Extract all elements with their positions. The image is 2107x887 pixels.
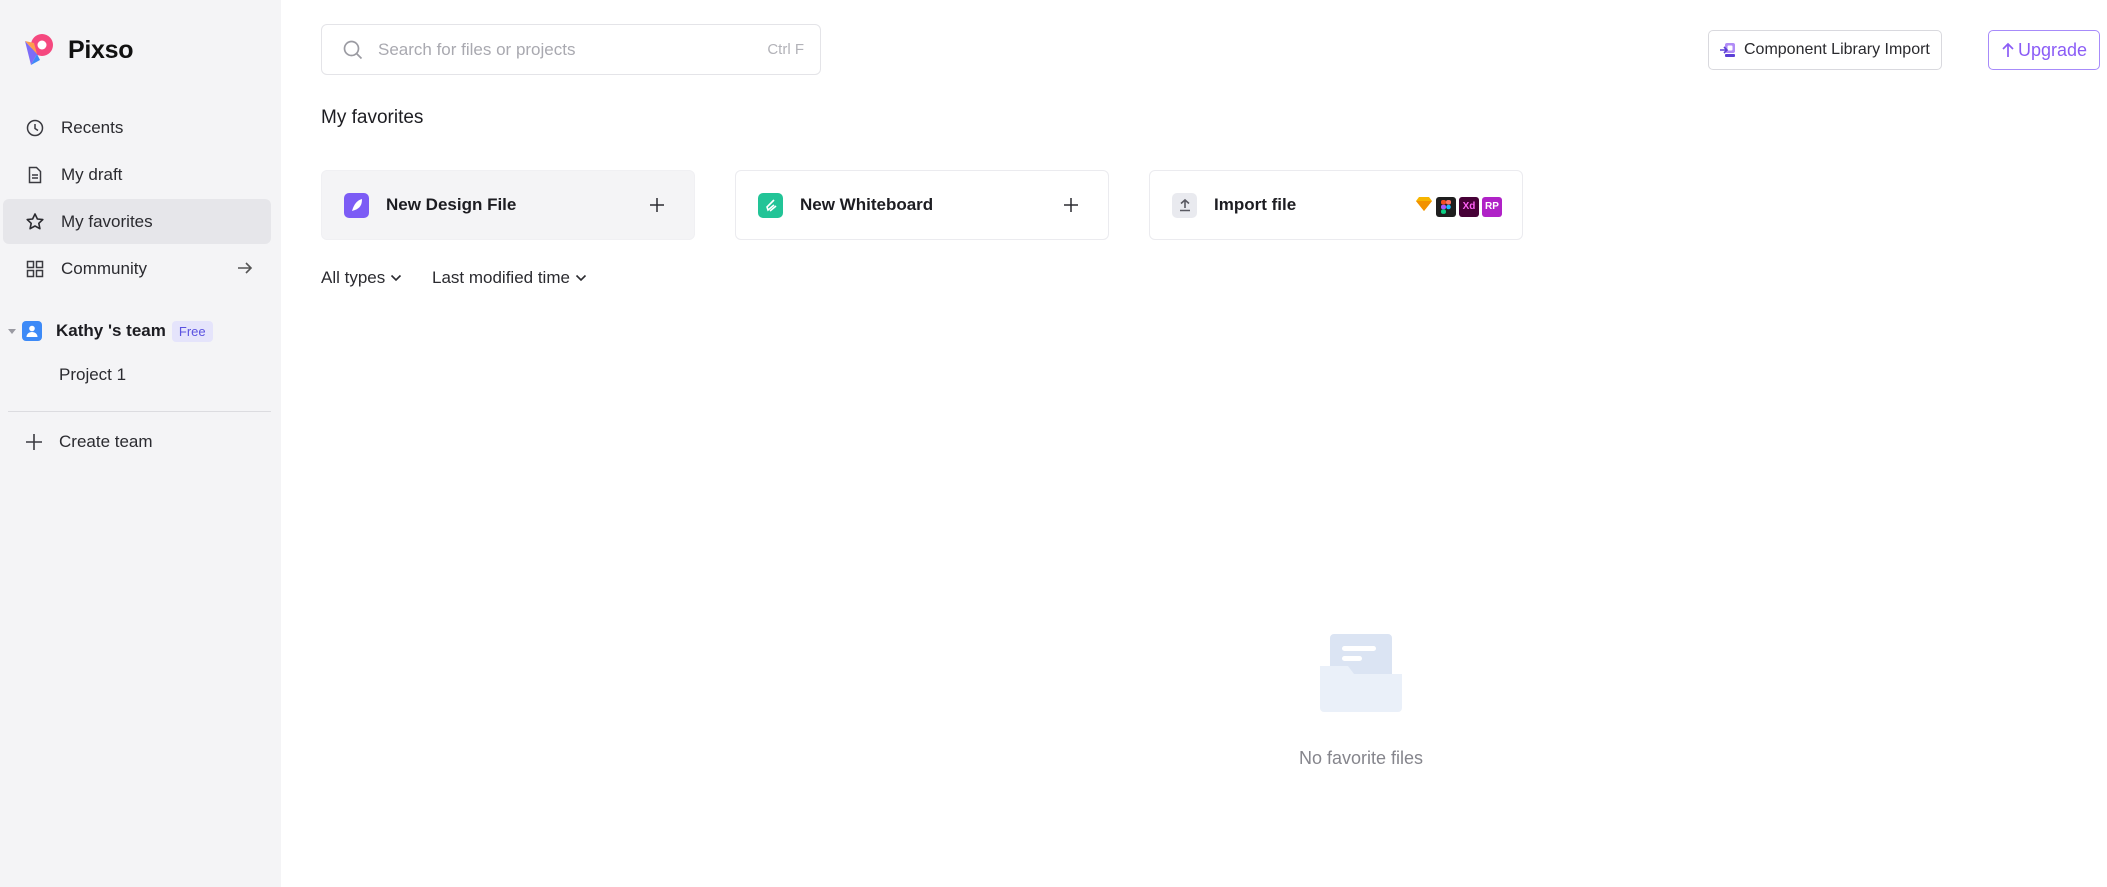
sidebar-item-label: My draft [61, 164, 123, 184]
arrow-up-icon [2002, 42, 2014, 57]
design-file-icon [344, 192, 369, 218]
team-header[interactable]: Kathy 's team Free [8, 318, 213, 344]
create-team-button[interactable]: Create team [24, 432, 153, 452]
app-window: Pixso Recents My draft My favorites Comm… [0, 0, 2107, 887]
empty-folder-icon [1320, 634, 1402, 712]
search-shortcut-hint: Ctrl F [767, 41, 804, 58]
app-name: Pixso [68, 35, 134, 64]
rp-format-badge: RP [1482, 196, 1502, 217]
search-input[interactable] [378, 39, 738, 60]
arrow-right-icon[interactable] [235, 258, 255, 278]
divider [8, 411, 271, 412]
component-import-icon [1720, 43, 1735, 57]
search-bar[interactable]: Ctrl F [321, 24, 821, 75]
create-team-label: Create team [59, 432, 153, 451]
sort-dropdown[interactable]: Last modified time [432, 268, 587, 288]
card-label: New Design File [386, 195, 517, 214]
new-design-file-card[interactable]: New Design File [321, 170, 695, 240]
whiteboard-icon [758, 192, 783, 218]
upgrade-label: Upgrade [2018, 39, 2088, 60]
file-icon [25, 165, 45, 185]
main-content: Ctrl F Component Library Import Upgrade … [281, 0, 2107, 887]
component-library-import-button[interactable]: Component Library Import [1708, 30, 1942, 70]
sidebar-item-label: My favorites [61, 211, 153, 231]
sketch-icon [1415, 196, 1433, 217]
page-title: My favorites [321, 107, 424, 128]
team-avatar-icon [22, 321, 42, 341]
plan-badge: Free [171, 320, 213, 342]
card-label: Import file [1214, 195, 1297, 214]
team-name[interactable]: Kathy 's team [56, 321, 166, 341]
sidebar-item-label: Recents [61, 117, 124, 137]
chevron-down-icon [575, 274, 587, 282]
pixso-logo-icon [22, 32, 58, 68]
sidebar-item-label: Community [61, 258, 147, 278]
upload-icon [1172, 192, 1197, 218]
xd-format-badge: Xd [1459, 196, 1479, 217]
supported-formats: Xd RP [1415, 196, 1502, 217]
clock-icon [25, 118, 45, 138]
type-filter-label: All types [321, 268, 386, 287]
upgrade-button[interactable]: Upgrade [1988, 30, 2101, 70]
import-file-card[interactable]: Import file Xd RP [1149, 170, 1523, 240]
star-icon [25, 212, 45, 232]
type-filter-dropdown[interactable]: All types [321, 268, 402, 288]
chevron-down-icon [391, 274, 402, 282]
search-icon [343, 40, 363, 59]
card-label: New Whiteboard [800, 195, 934, 214]
logo[interactable]: Pixso [22, 32, 134, 68]
plus-icon [1062, 196, 1080, 214]
component-import-label: Component Library Import [1744, 41, 1930, 58]
sidebar-item-my-draft[interactable]: My draft [3, 152, 271, 197]
sidebar: Pixso Recents My draft My favorites Comm… [0, 0, 281, 887]
sort-label: Last modified time [432, 268, 570, 287]
sidebar-item-my-favorites[interactable]: My favorites [3, 199, 271, 244]
sidebar-item-project-1[interactable]: Project 1 [59, 365, 126, 385]
sidebar-item-recents[interactable]: Recents [3, 105, 271, 150]
grid-icon [25, 259, 45, 279]
caret-down-icon[interactable] [8, 328, 16, 334]
plus-icon [24, 432, 44, 452]
empty-state-text: No favorite files [1298, 748, 1424, 768]
new-whiteboard-card[interactable]: New Whiteboard [735, 170, 1109, 240]
figma-icon [1436, 196, 1456, 217]
plus-icon [648, 196, 666, 214]
empty-state: No favorite files [1266, 630, 1456, 769]
sidebar-item-community[interactable]: Community [3, 246, 271, 291]
